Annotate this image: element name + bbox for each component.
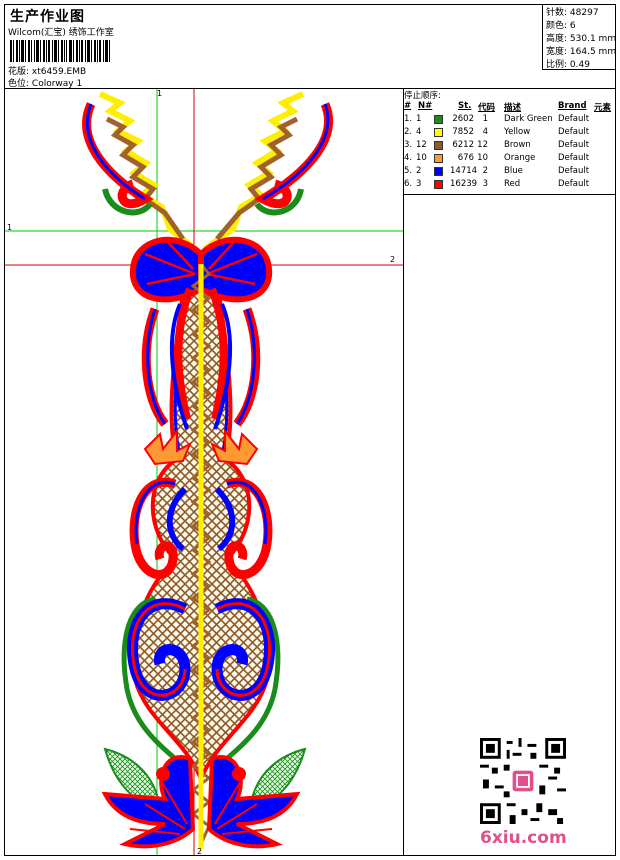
stat-stitches: 针数: 48297 <box>546 8 599 18</box>
row-n: 1 <box>416 114 422 124</box>
color-swatch <box>434 180 443 189</box>
row-brand: Default <box>558 127 590 137</box>
stat-height: 高度: 530.1 mm <box>546 34 617 44</box>
row-n: 2 <box>416 166 422 176</box>
header: 生产作业图 Wilcom(汇宝) 绣饰工作室 花版: xt6459.EMB 色位… <box>4 4 616 89</box>
page-title: 生产作业图 <box>10 9 85 25</box>
row-index: 1. <box>404 114 413 124</box>
row-description: Blue <box>504 166 523 176</box>
color-swatch <box>434 141 443 150</box>
row-description: Orange <box>504 153 536 163</box>
table-header: # N# St. 代码 描述 Brand 元素 <box>404 101 616 114</box>
row-brand: Default <box>558 179 590 189</box>
row-code: 2 <box>482 166 488 176</box>
embroidery-design <box>5 89 403 855</box>
colorway-value: Colorway 1 <box>31 79 83 89</box>
row-n: 4 <box>416 127 422 137</box>
col-hash: # <box>404 101 412 111</box>
table-row: 1. 1 2602 1 Dark Green Default <box>404 114 616 127</box>
stat-scale: 比例: 0.49 <box>546 60 590 70</box>
guide-label-2-bottom: 2 <box>197 847 203 856</box>
row-description: Dark Green <box>504 114 553 124</box>
row-code: 3 <box>482 179 488 189</box>
col-st: St. <box>458 101 472 111</box>
bud-left <box>156 767 170 781</box>
antenna-right-yellow <box>203 91 305 252</box>
col-code: 代码 <box>478 103 496 113</box>
watermark: 6xiu.com <box>480 828 567 848</box>
stats-box: 针数: 48297 颜色: 6 高度: 530.1 mm 宽度: 164.5 m… <box>542 4 616 70</box>
row-code: 12 <box>477 140 488 150</box>
row-index: 3. <box>404 140 413 150</box>
row-description: Yellow <box>504 127 531 137</box>
colorway-label: 色位: <box>8 79 30 89</box>
row-brand: Default <box>558 153 590 163</box>
row-brand: Default <box>558 166 590 176</box>
row-description: Brown <box>504 140 531 150</box>
col-brand: Brand <box>558 101 587 111</box>
row-code: 10 <box>477 153 488 163</box>
panel-divider <box>403 89 404 856</box>
stat-colors: 颜色: 6 <box>546 21 576 31</box>
guide-label-2-right: 2 <box>390 255 396 264</box>
row-description: Red <box>504 179 521 189</box>
colorway-line: 色位: Colorway 1 <box>8 76 82 89</box>
table-row: 4. 10 676 10 Orange Default <box>404 153 616 166</box>
row-brand: Default <box>558 114 590 124</box>
studio-name: Wilcom(汇宝) 绣饰工作室 <box>8 28 114 38</box>
row-n: 10 <box>416 153 427 163</box>
guide-label-1-left: 1 <box>7 223 13 232</box>
row-index: 6. <box>404 179 413 189</box>
row-index: 2. <box>404 127 413 137</box>
row-code: 4 <box>482 127 488 137</box>
guide-label-1-top: 1 <box>157 89 163 98</box>
color-swatch <box>434 154 443 163</box>
table-row: 6. 3 16239 3 Red Default <box>404 179 616 192</box>
col-desc: 描述 <box>504 103 522 113</box>
stat-width: 宽度: 164.5 mm <box>546 47 617 57</box>
table-row: 3. 12 6212 12 Brown Default <box>404 140 616 153</box>
row-index: 5. <box>404 166 413 176</box>
stop-sequence-title: 停止顺序: <box>404 91 441 101</box>
qr-code-icon <box>480 738 566 824</box>
row-n: 3 <box>416 179 422 189</box>
row-index: 4. <box>404 153 413 163</box>
table-row: 2. 4 7852 4 Yellow Default <box>404 127 616 140</box>
color-swatch <box>434 115 443 124</box>
row-code: 1 <box>482 114 488 124</box>
col-n: N# <box>418 101 433 111</box>
bud-right <box>232 767 246 781</box>
color-swatch <box>434 128 443 137</box>
row-n: 12 <box>416 140 427 150</box>
col-element: 元素 <box>594 103 612 113</box>
table-row: 5. 2 14714 2 Blue Default <box>404 166 616 179</box>
row-brand: Default <box>558 140 590 150</box>
barcode-icon <box>10 40 110 62</box>
stop-sequence-panel: 停止顺序: # N# St. 代码 描述 Brand 元素 1. 1 2602 1 Da… <box>404 89 616 195</box>
color-swatch <box>434 167 443 176</box>
